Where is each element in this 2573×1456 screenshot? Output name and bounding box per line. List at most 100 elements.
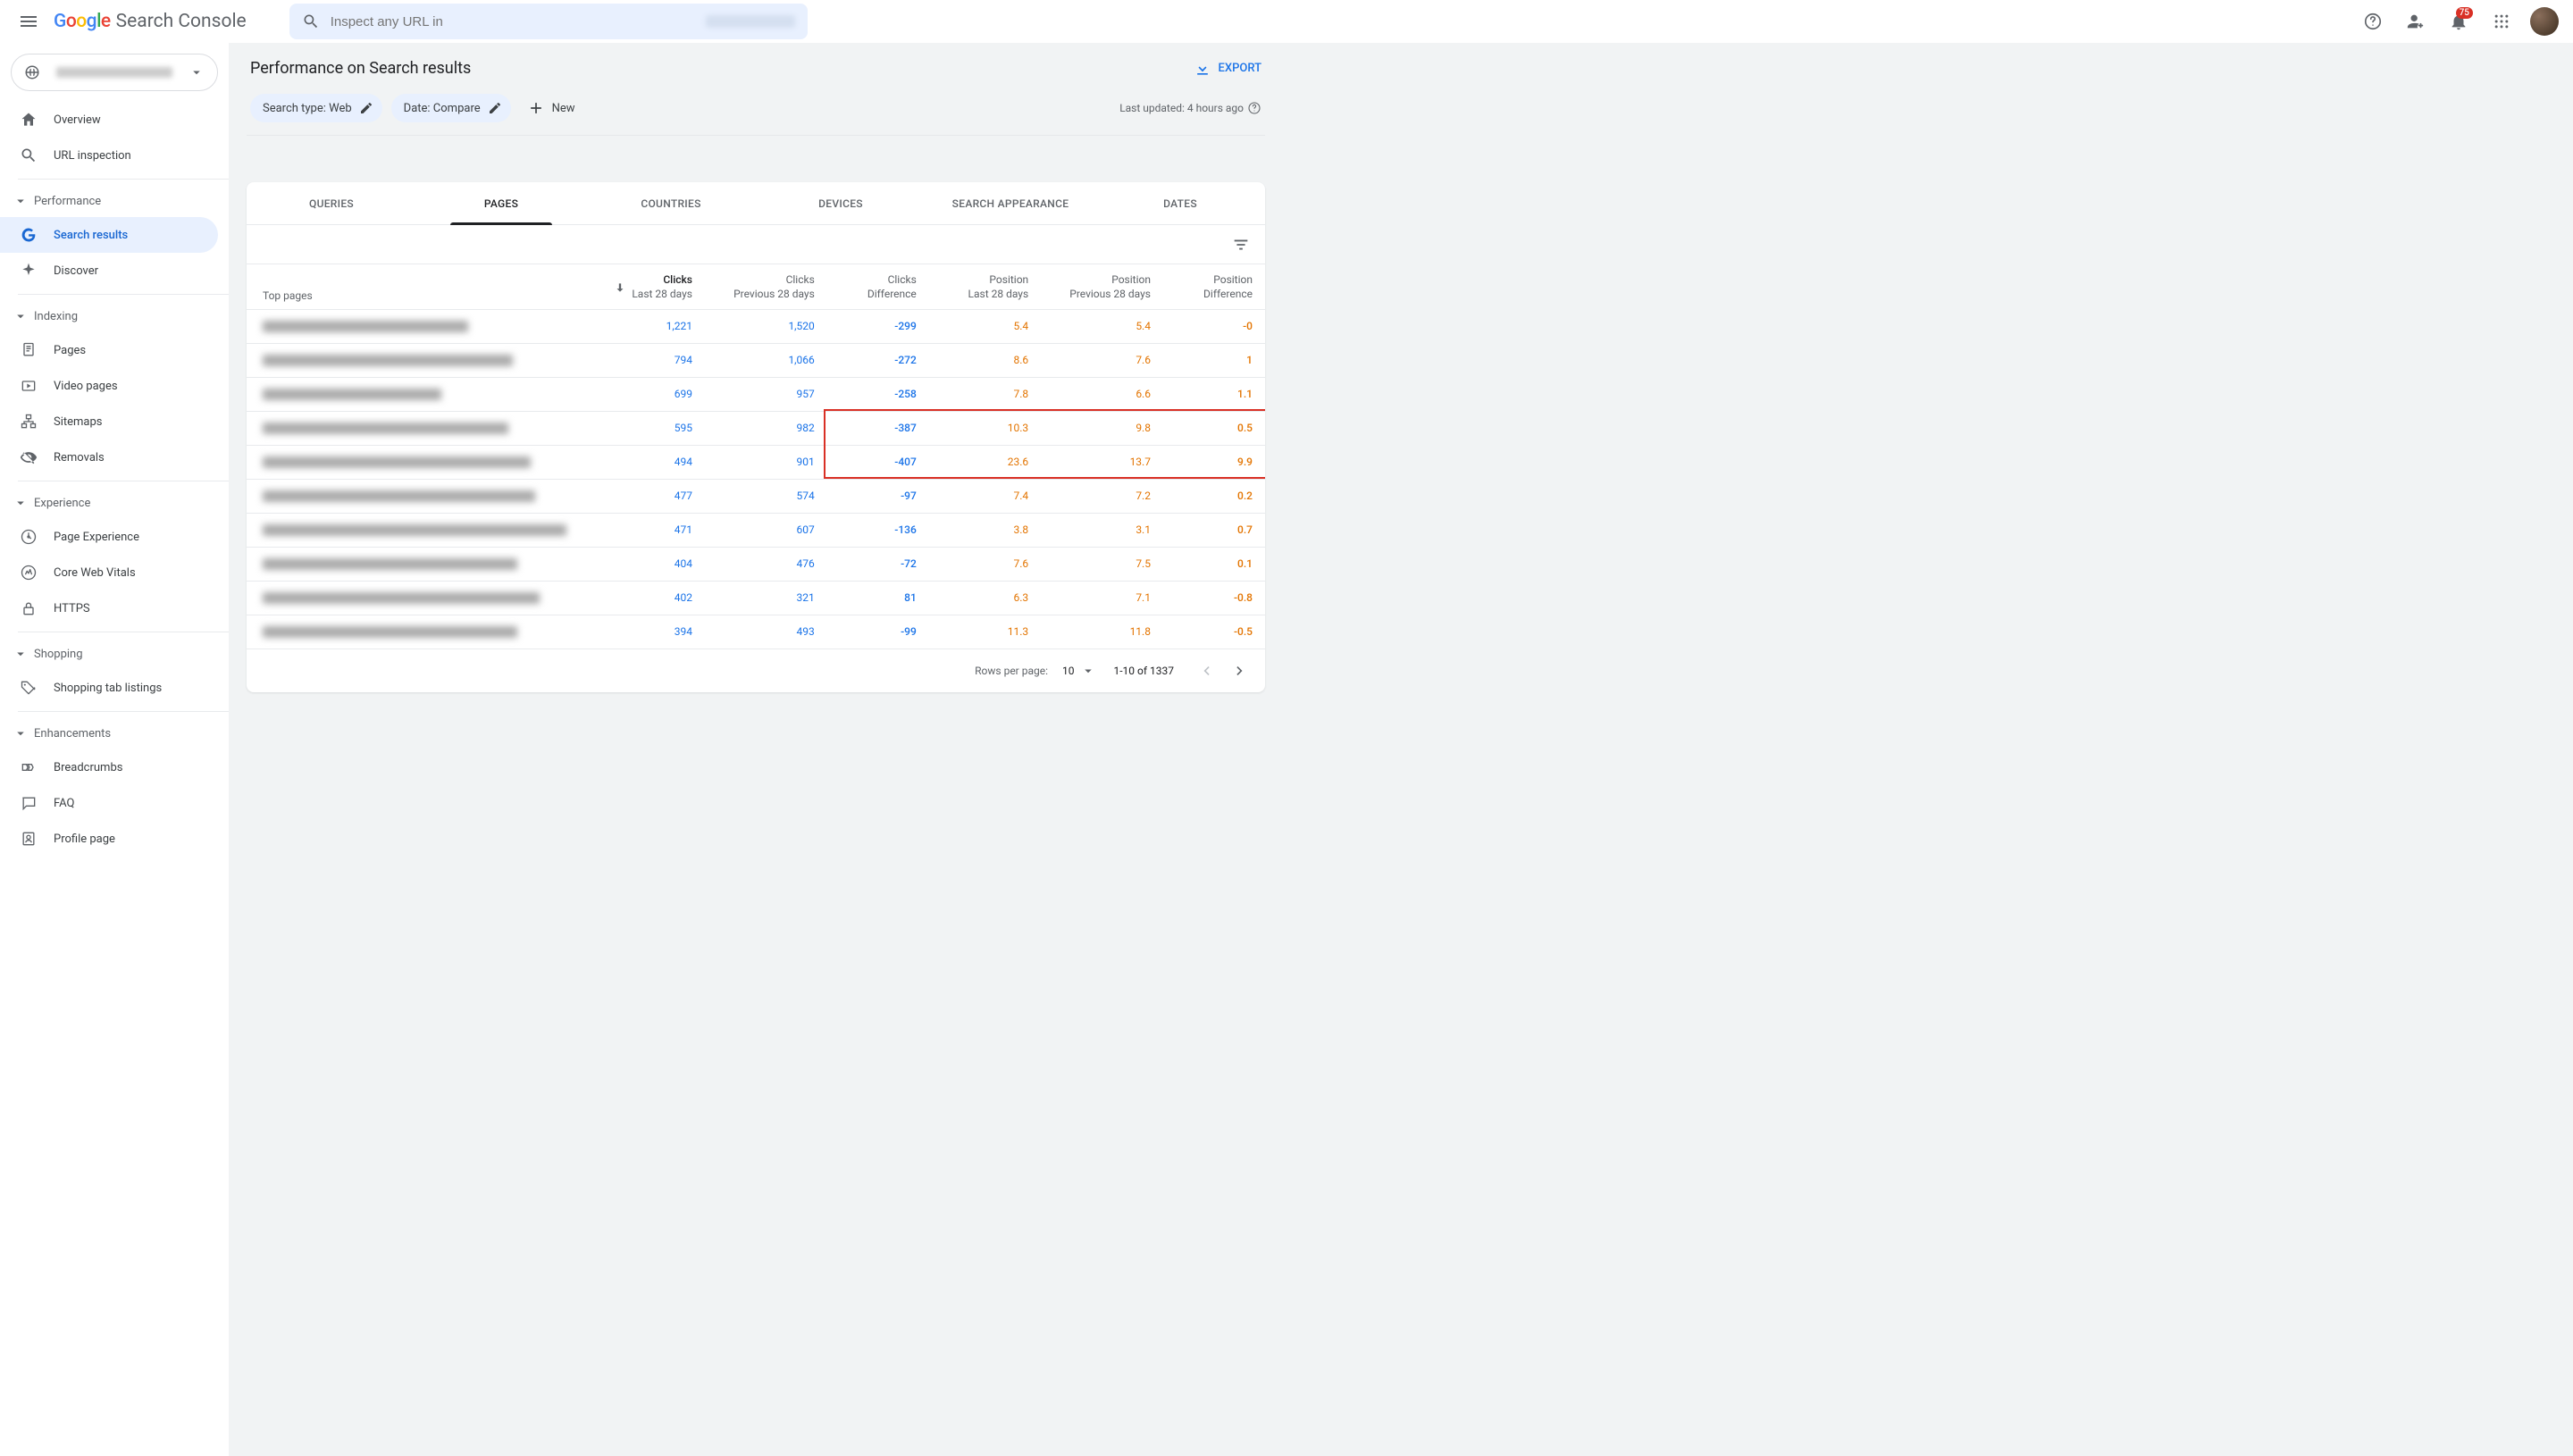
cell-pos-prev: 9.8 <box>1041 411 1163 445</box>
table-row[interactable]: 7941,066-2728.67.61 <box>247 343 1265 377</box>
sidebar-item-breadcrumbs[interactable]: Breadcrumbs <box>0 749 218 785</box>
cell-pos-prev: 5.4 <box>1041 309 1163 343</box>
product-logo[interactable]: Google Search Console <box>54 11 247 32</box>
rows-per-page-label: Rows per page: <box>975 665 1048 677</box>
sidebar-item-profile-page[interactable]: Profile page <box>0 821 218 857</box>
chevron-down-icon <box>13 308 29 324</box>
prev-page-button[interactable] <box>1192 657 1220 685</box>
redacted-domain <box>706 15 795 28</box>
redacted-url <box>263 423 508 434</box>
chevron-down-icon <box>13 725 29 741</box>
column-header-top-pages[interactable]: Top pages <box>247 264 582 309</box>
sidebar: Overview URL inspection Performance Sear… <box>0 43 229 1456</box>
manage-users-icon[interactable] <box>2398 4 2434 39</box>
sidebar-section-enhancements[interactable]: Enhancements <box>0 717 229 749</box>
table-row[interactable]: 402321816.37.1-0.8 <box>247 581 1265 615</box>
cell-clicks-prev: 957 <box>705 377 827 411</box>
edit-icon <box>488 101 502 115</box>
sidebar-section-performance[interactable]: Performance <box>0 185 229 217</box>
cell-clicks-current: 699 <box>582 377 705 411</box>
cell-clicks-prev: 607 <box>705 513 827 547</box>
sidebar-item-overview[interactable]: Overview <box>0 102 218 138</box>
table-row[interactable]: 595982-38710.39.80.5 <box>247 411 1265 445</box>
redacted-url <box>263 626 517 638</box>
table-row[interactable]: 404476-727.67.50.1 <box>247 547 1265 581</box>
column-header[interactable]: ClicksLast 28 days <box>582 264 705 309</box>
export-button[interactable]: EXPORT <box>1194 60 1261 78</box>
sidebar-item-label: Removals <box>54 451 105 464</box>
cell-pos-current: 6.3 <box>929 581 1041 615</box>
column-header[interactable]: ClicksPrevious 28 days <box>705 264 827 309</box>
sidebar-item-https[interactable]: HTTPS <box>0 590 218 626</box>
sidebar-item-core-web-vitals[interactable]: Core Web Vitals <box>0 555 218 590</box>
redacted-url <box>263 355 513 366</box>
sidebar-item-sitemaps[interactable]: Sitemaps <box>0 404 218 439</box>
property-selector[interactable] <box>11 54 218 91</box>
cell-pos-diff: 9.9 <box>1163 445 1265 479</box>
filter-chip-search-type[interactable]: Search type: Web <box>250 94 382 122</box>
sidebar-item-label: Discover <box>54 264 98 278</box>
tabs: QUERIESPAGESCOUNTRIESDEVICESSEARCH APPEA… <box>247 182 1265 225</box>
chevron-down-icon[interactable] <box>1080 663 1096 679</box>
sidebar-item-search-results[interactable]: Search results <box>0 217 218 253</box>
sidebar-item-label: Profile page <box>54 833 115 846</box>
filter-chip-date[interactable]: Date: Compare <box>391 94 511 122</box>
redacted-property <box>56 67 172 78</box>
sidebar-item-removals[interactable]: Removals <box>0 439 218 475</box>
column-header[interactable]: ClicksDifference <box>827 264 929 309</box>
sidebar-item-label: Overview <box>54 113 101 127</box>
next-page-button[interactable] <box>1226 657 1254 685</box>
sidebar-item-url-inspection[interactable]: URL inspection <box>0 138 218 173</box>
rows-per-page-value[interactable]: 10 <box>1062 665 1075 677</box>
table-row[interactable]: 699957-2587.86.61.1 <box>247 377 1265 411</box>
sidebar-item-shopping-tab[interactable]: Shopping tab listings <box>0 670 218 706</box>
table-row[interactable]: 1,2211,520-2995.45.4-0 <box>247 309 1265 343</box>
sidebar-item-label: FAQ <box>54 797 74 810</box>
cell-clicks-diff: -258 <box>827 377 929 411</box>
sidebar-section-experience[interactable]: Experience <box>0 487 229 519</box>
table-row[interactable]: 477574-977.47.20.2 <box>247 479 1265 513</box>
table-row[interactable]: 471607-1363.83.10.7 <box>247 513 1265 547</box>
redacted-url <box>263 321 468 332</box>
sidebar-item-discover[interactable]: Discover <box>0 253 218 289</box>
tab-queries[interactable]: QUERIES <box>247 182 416 224</box>
cell-pos-diff: 0.7 <box>1163 513 1265 547</box>
sidebar-item-video-pages[interactable]: Video pages <box>0 368 218 404</box>
tab-pages[interactable]: PAGES <box>416 182 586 224</box>
add-filter-button[interactable]: New <box>520 99 582 117</box>
sidebar-item-label: HTTPS <box>54 602 90 615</box>
help-icon[interactable] <box>2355 4 2391 39</box>
apps-grid-icon[interactable] <box>2484 4 2519 39</box>
search-icon <box>302 13 320 30</box>
help-icon[interactable] <box>1247 101 1261 115</box>
cell-pos-current: 7.4 <box>929 479 1041 513</box>
sidebar-item-pages[interactable]: Pages <box>0 332 218 368</box>
tab-devices[interactable]: DEVICES <box>756 182 926 224</box>
sidebar-section-indexing[interactable]: Indexing <box>0 300 229 332</box>
sidebar-item-faq[interactable]: FAQ <box>0 785 218 821</box>
filter-icon[interactable] <box>1231 235 1251 255</box>
hamburger-menu-icon[interactable] <box>11 4 46 39</box>
column-header[interactable]: PositionLast 28 days <box>929 264 1041 309</box>
chevron-down-icon <box>13 495 29 511</box>
page-title: Performance on Search results <box>250 59 1183 78</box>
url-inspect-input[interactable] <box>331 14 695 29</box>
url-inspect-search[interactable] <box>289 4 808 39</box>
notifications-icon[interactable]: 75 <box>2441 4 2477 39</box>
cell-clicks-diff: -136 <box>827 513 929 547</box>
column-header[interactable]: PositionPrevious 28 days <box>1041 264 1163 309</box>
cell-pos-current: 3.8 <box>929 513 1041 547</box>
tab-countries[interactable]: COUNTRIES <box>586 182 756 224</box>
table-row[interactable]: 394493-9911.311.8-0.5 <box>247 615 1265 649</box>
tab-search-appearance[interactable]: SEARCH APPEARANCE <box>926 182 1095 224</box>
sidebar-section-shopping[interactable]: Shopping <box>0 638 229 670</box>
sidebar-item-label: Pages <box>54 344 86 357</box>
tab-dates[interactable]: DATES <box>1095 182 1265 224</box>
account-avatar[interactable] <box>2530 7 2559 36</box>
column-header[interactable]: PositionDifference <box>1163 264 1265 309</box>
cell-clicks-current: 794 <box>582 343 705 377</box>
cell-clicks-current: 471 <box>582 513 705 547</box>
sidebar-item-page-experience[interactable]: Page Experience <box>0 519 218 555</box>
table-row[interactable]: 494901-40723.613.79.9 <box>247 445 1265 479</box>
cell-clicks-diff: -299 <box>827 309 929 343</box>
